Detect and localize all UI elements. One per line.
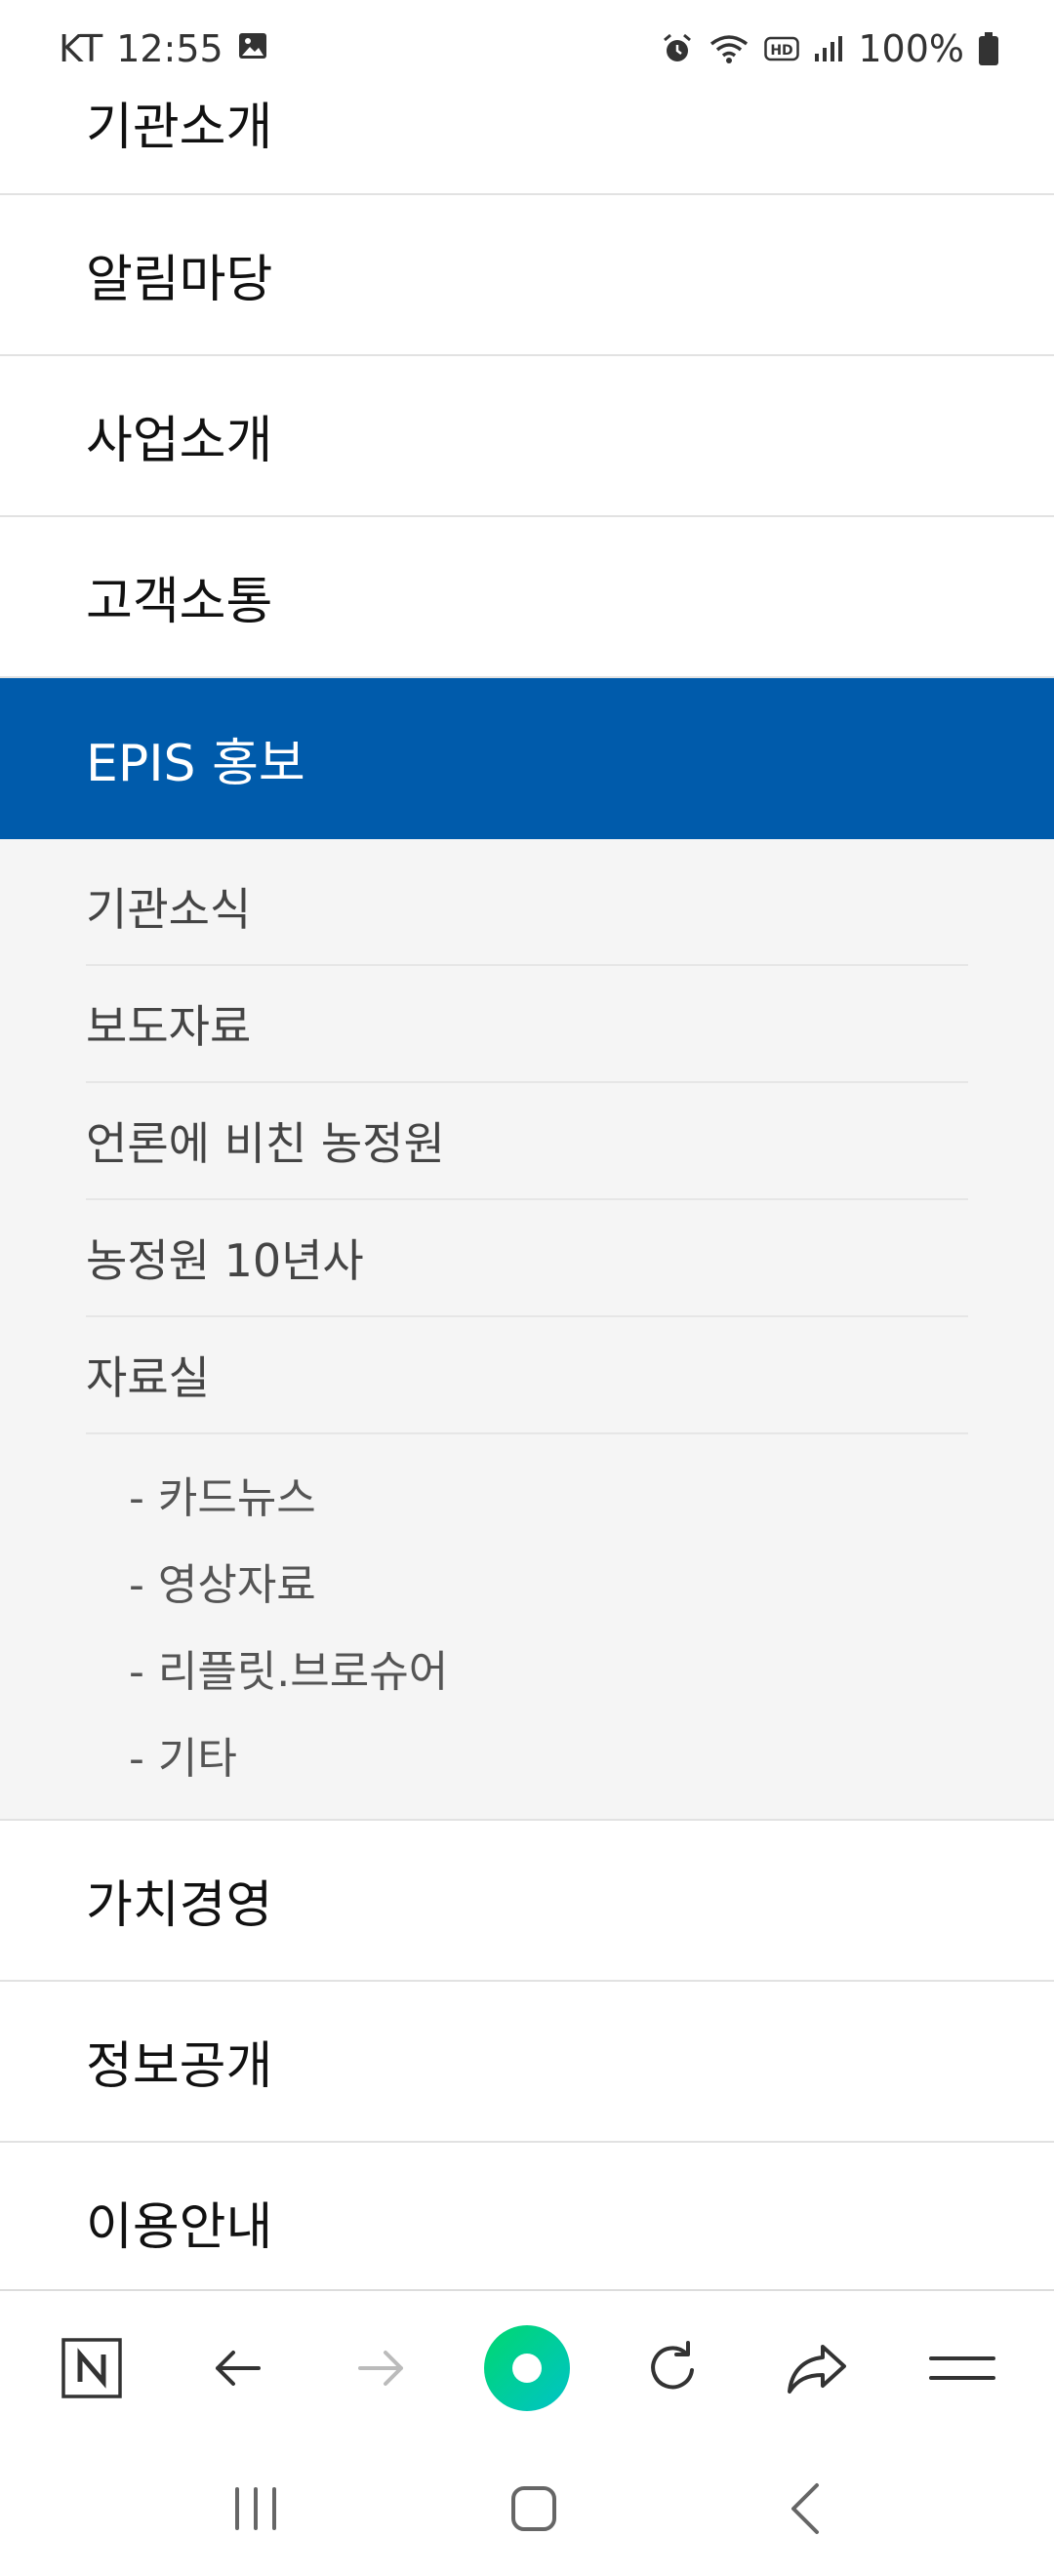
menu-item-label: 가치경영 bbox=[86, 1876, 273, 1935]
archive-item-label: - 리플릿.브로슈어 bbox=[129, 1646, 449, 1697]
submenu-item-press[interactable]: 보도자료 bbox=[86, 966, 968, 1083]
menu-item-customer[interactable]: 고객소통 bbox=[0, 517, 1054, 678]
submenu-item-history[interactable]: 농정원 10년사 bbox=[86, 1200, 968, 1317]
menu-item-label: 사업소개 bbox=[86, 412, 273, 470]
green-dot-button[interactable] bbox=[473, 2314, 581, 2422]
browser-toolbar bbox=[0, 2289, 1054, 2445]
refresh-icon bbox=[641, 2337, 704, 2399]
forward-button[interactable] bbox=[328, 2314, 435, 2422]
menu-item-label: 알림마당 bbox=[86, 251, 273, 309]
menu-item-guide[interactable]: 이용안내 bbox=[0, 2143, 1054, 2304]
recent-apps-button[interactable] bbox=[231, 2485, 280, 2536]
clock: 12:55 bbox=[116, 27, 223, 70]
gallery-icon bbox=[237, 27, 268, 70]
menu-icon bbox=[928, 2349, 995, 2388]
archive-item-label: - 카드뉴스 bbox=[129, 1472, 316, 1523]
submenu-item-archive[interactable]: 자료실 bbox=[86, 1317, 968, 1434]
archive-item-leaflet[interactable]: - 리플릿.브로슈어 bbox=[129, 1624, 968, 1711]
carrier-label: KT bbox=[59, 27, 103, 70]
refresh-button[interactable] bbox=[619, 2314, 726, 2422]
home-button[interactable] bbox=[509, 2484, 558, 2537]
archive-item-label: - 기타 bbox=[129, 1733, 237, 1784]
archive-item-label: - 영상자료 bbox=[129, 1559, 316, 1610]
green-dot-icon bbox=[482, 2323, 572, 2413]
submenu-item-label: 자료실 bbox=[86, 1351, 210, 1404]
menu-item-label: EPIS 홍보 bbox=[86, 735, 305, 793]
archive-item-video[interactable]: - 영상자료 bbox=[129, 1537, 968, 1624]
recent-apps-icon bbox=[231, 2487, 280, 2536]
status-left: KT 12:55 bbox=[59, 27, 268, 70]
share-icon bbox=[784, 2339, 850, 2397]
signal-icon bbox=[813, 34, 844, 63]
submenu-item-label: 기관소식 bbox=[86, 883, 252, 936]
battery-label: 100% bbox=[858, 27, 964, 70]
chevron-left-icon bbox=[788, 2483, 823, 2540]
battery-icon bbox=[978, 31, 999, 66]
menu-item-epis-pr[interactable]: EPIS 홍보 bbox=[0, 678, 1054, 839]
menu-item-label: 고객소통 bbox=[86, 573, 273, 631]
status-bar: KT 12:55 HD 100% bbox=[0, 0, 1054, 98]
system-back-button[interactable] bbox=[788, 2481, 823, 2540]
submenu-item-label: 언론에 비친 농정원 bbox=[86, 1117, 445, 1170]
submenu-item-media[interactable]: 언론에 비친 농정원 bbox=[86, 1083, 968, 1200]
menu-item-disclosure[interactable]: 정보공개 bbox=[0, 1982, 1054, 2143]
submenu-item-label: 농정원 10년사 bbox=[86, 1234, 364, 1287]
archive-submenu: - 카드뉴스 - 영상자료 - 리플릿.브로슈어 - 기타 bbox=[86, 1434, 968, 1801]
submenu-epis-pr: 기관소식 보도자료 언론에 비친 농정원 농정원 10년사 자료실 - 카드뉴스… bbox=[0, 839, 1054, 1821]
status-right: HD 100% bbox=[661, 27, 999, 70]
system-nav-bar bbox=[0, 2445, 1054, 2576]
home-icon bbox=[509, 2486, 558, 2537]
submenu-item-news[interactable]: 기관소식 bbox=[86, 849, 968, 966]
share-button[interactable] bbox=[763, 2314, 871, 2422]
naver-home-button[interactable] bbox=[38, 2314, 145, 2422]
menu-item-notice[interactable]: 알림마당 bbox=[0, 195, 1054, 356]
back-button[interactable] bbox=[183, 2314, 291, 2422]
back-arrow-icon bbox=[208, 2339, 266, 2397]
svg-text:HD: HD bbox=[771, 43, 793, 59]
hd-icon: HD bbox=[764, 34, 800, 63]
menu-item-business[interactable]: 사업소개 bbox=[0, 356, 1054, 517]
menu-button[interactable] bbox=[909, 2314, 1016, 2422]
menu-item-label: 이용안내 bbox=[86, 2198, 273, 2257]
naver-n-icon bbox=[61, 2337, 123, 2399]
site-menu: 기관소개 알림마당 사업소개 고객소통 EPIS 홍보 기관소식 보도자료 언론… bbox=[0, 0, 1054, 2304]
menu-item-value[interactable]: 가치경영 bbox=[0, 1821, 1054, 1982]
menu-item-label: 정보공개 bbox=[86, 2037, 273, 2096]
archive-item-cardnews[interactable]: - 카드뉴스 bbox=[129, 1450, 968, 1537]
alarm-icon bbox=[661, 32, 694, 65]
forward-arrow-icon bbox=[352, 2339, 411, 2397]
wifi-icon bbox=[708, 32, 750, 65]
submenu-item-label: 보도자료 bbox=[86, 1000, 252, 1053]
archive-item-etc[interactable]: - 기타 bbox=[129, 1711, 968, 1797]
